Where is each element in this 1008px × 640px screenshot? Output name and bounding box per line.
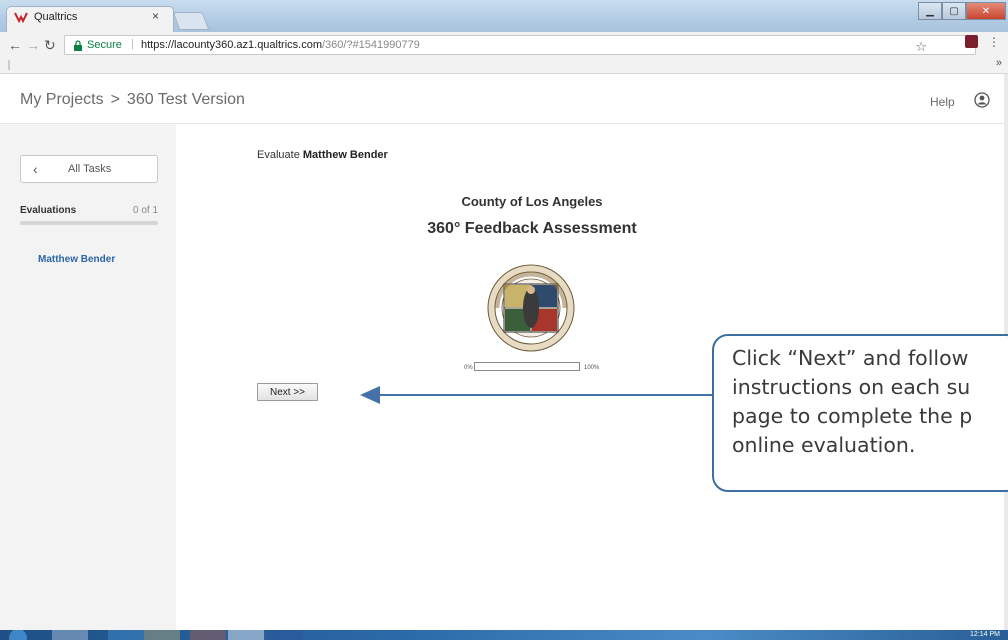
- back-icon[interactable]: ←: [8, 37, 22, 53]
- breadcrumb-separator: >: [110, 91, 120, 108]
- all-tasks-label: All Tasks: [68, 163, 112, 175]
- extension-icon[interactable]: [965, 35, 978, 48]
- callout-line: instructions on each su: [732, 375, 971, 399]
- chrome-taskbar-icon[interactable]: [228, 630, 264, 640]
- url-separator: |: [131, 38, 134, 50]
- qualtrics-favicon-icon: [14, 12, 28, 23]
- internet-explorer-taskbar-icon[interactable]: [108, 630, 144, 640]
- close-window-icon[interactable]: ✕: [966, 2, 1006, 20]
- start-button-icon[interactable]: [4, 630, 36, 640]
- breadcrumb: My Projects >360 Test Version: [20, 91, 245, 109]
- callout-arrow: [360, 386, 712, 404]
- bookmarks-bar: »: [0, 57, 1008, 74]
- secure-label: Secure: [87, 39, 122, 51]
- breadcrumb-current: 360 Test Version: [126, 91, 245, 108]
- system-tray-clock[interactable]: 12:14 PM: [970, 630, 1000, 640]
- help-link[interactable]: Help: [930, 95, 955, 109]
- evaluations-progress-bar: [20, 221, 158, 225]
- evaluate-heading: Evaluate Matthew Bender: [257, 149, 388, 161]
- user-account-icon[interactable]: [974, 92, 990, 108]
- browser-tab[interactable]: [6, 6, 174, 32]
- tab-close-icon[interactable]: ×: [152, 9, 159, 23]
- sidebar-item-person[interactable]: Matthew Bender: [38, 254, 115, 265]
- evaluations-heading: Evaluations: [20, 205, 77, 216]
- assessment-title: 360° Feedback Assessment: [427, 220, 637, 237]
- reload-icon[interactable]: ↻: [44, 37, 56, 54]
- callout-line: Click “Next” and follow: [732, 346, 969, 370]
- county-seal-logo: [487, 264, 575, 352]
- bookmarks-divider: [8, 60, 10, 70]
- survey-progress-bar: [474, 362, 580, 371]
- progress-end-label: 100%: [584, 365, 600, 371]
- instruction-callout: Click “Next” and follow instructions on …: [712, 334, 1008, 492]
- browser-menu-icon[interactable]: ⋮: [988, 35, 1000, 49]
- sidebar: ‹ All Tasks Evaluations 0 of 1 Matthew B…: [0, 124, 176, 630]
- chevron-left-icon: ‹: [33, 161, 38, 177]
- browser-titlebar: Qualtrics × ▁ ▢ ✕: [0, 0, 1008, 32]
- forward-icon[interactable]: →: [26, 37, 40, 53]
- minimize-icon[interactable]: ▁: [918, 2, 942, 20]
- callout-text: Click “Next” and follow instructions on …: [732, 344, 1008, 460]
- media-player-taskbar-icon[interactable]: [190, 630, 226, 640]
- callout-line: online evaluation.: [732, 433, 916, 457]
- org-title: County of Los Angeles: [461, 194, 603, 209]
- all-tasks-button[interactable]: ‹ All Tasks: [20, 155, 158, 183]
- app-header: My Projects >360 Test Version Help: [0, 74, 1008, 124]
- windows-taskbar: 12:14 PM: [0, 630, 1008, 640]
- lock-icon: [74, 40, 82, 51]
- tab-title: Qualtrics: [34, 11, 78, 23]
- window-controls: ▁ ▢ ✕: [918, 2, 1006, 20]
- maximize-icon[interactable]: ▢: [942, 2, 966, 20]
- evaluations-count: 0 of 1: [133, 205, 159, 216]
- breadcrumb-my-projects[interactable]: My Projects: [20, 91, 104, 108]
- progress-start-label: 0%: [464, 365, 473, 371]
- file-explorer-taskbar-icon[interactable]: [144, 630, 180, 640]
- outlook-taskbar-icon[interactable]: [52, 630, 88, 640]
- bookmark-star-icon[interactable]: ☆: [915, 39, 927, 55]
- url-text: https://lacounty360.az1.qualtrics.com/36…: [141, 39, 420, 51]
- word-taskbar-icon[interactable]: [266, 630, 302, 640]
- next-button[interactable]: Next >>: [257, 383, 318, 401]
- browser-toolbar: ← → ↻ Secure | https://lacounty360.az1.q…: [0, 32, 1008, 58]
- callout-line: page to complete the p: [732, 404, 973, 428]
- bookmarks-overflow-icon[interactable]: »: [996, 57, 1002, 69]
- new-tab-button[interactable]: [172, 12, 210, 30]
- address-bar[interactable]: Secure | https://lacounty360.az1.qualtri…: [64, 35, 976, 55]
